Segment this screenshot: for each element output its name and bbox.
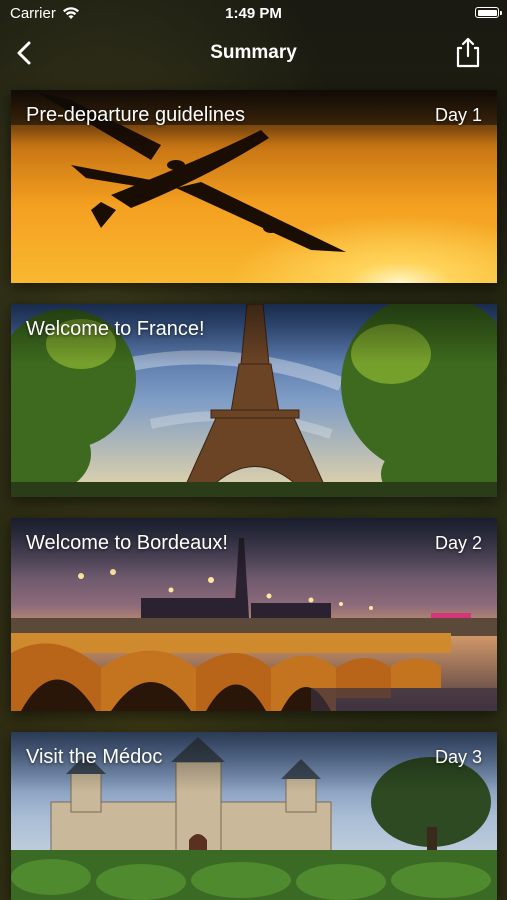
card-title: Pre-departure guidelines — [26, 104, 246, 126]
itinerary-card-pre-departure[interactable]: Pre-departure guidelines Day 1 — [11, 90, 497, 283]
card-day: Day 2 — [434, 533, 482, 553]
share-icon[interactable] — [453, 36, 483, 68]
battery-icon — [475, 7, 502, 18]
status-bar: Carrier 1:49 PM — [0, 0, 507, 28]
card-title: Welcome to France! — [26, 318, 205, 340]
card-title: Welcome to Bordeaux! — [26, 532, 228, 554]
itinerary-card-france[interactable]: Welcome to France! — [11, 304, 497, 497]
navigation-bar: Summary — [0, 30, 507, 76]
itinerary-card-bordeaux[interactable]: Welcome to Bordeaux! Day 2 — [11, 518, 497, 711]
card-day: Day 1 — [434, 105, 482, 125]
card-day: Day 3 — [434, 747, 482, 767]
status-time: 1:49 PM — [225, 5, 282, 22]
card-title: Visit the Médoc — [26, 746, 163, 768]
page-title: Summary — [210, 42, 297, 63]
itinerary-card-medoc[interactable]: Visit the Médoc Day 3 — [11, 732, 497, 900]
